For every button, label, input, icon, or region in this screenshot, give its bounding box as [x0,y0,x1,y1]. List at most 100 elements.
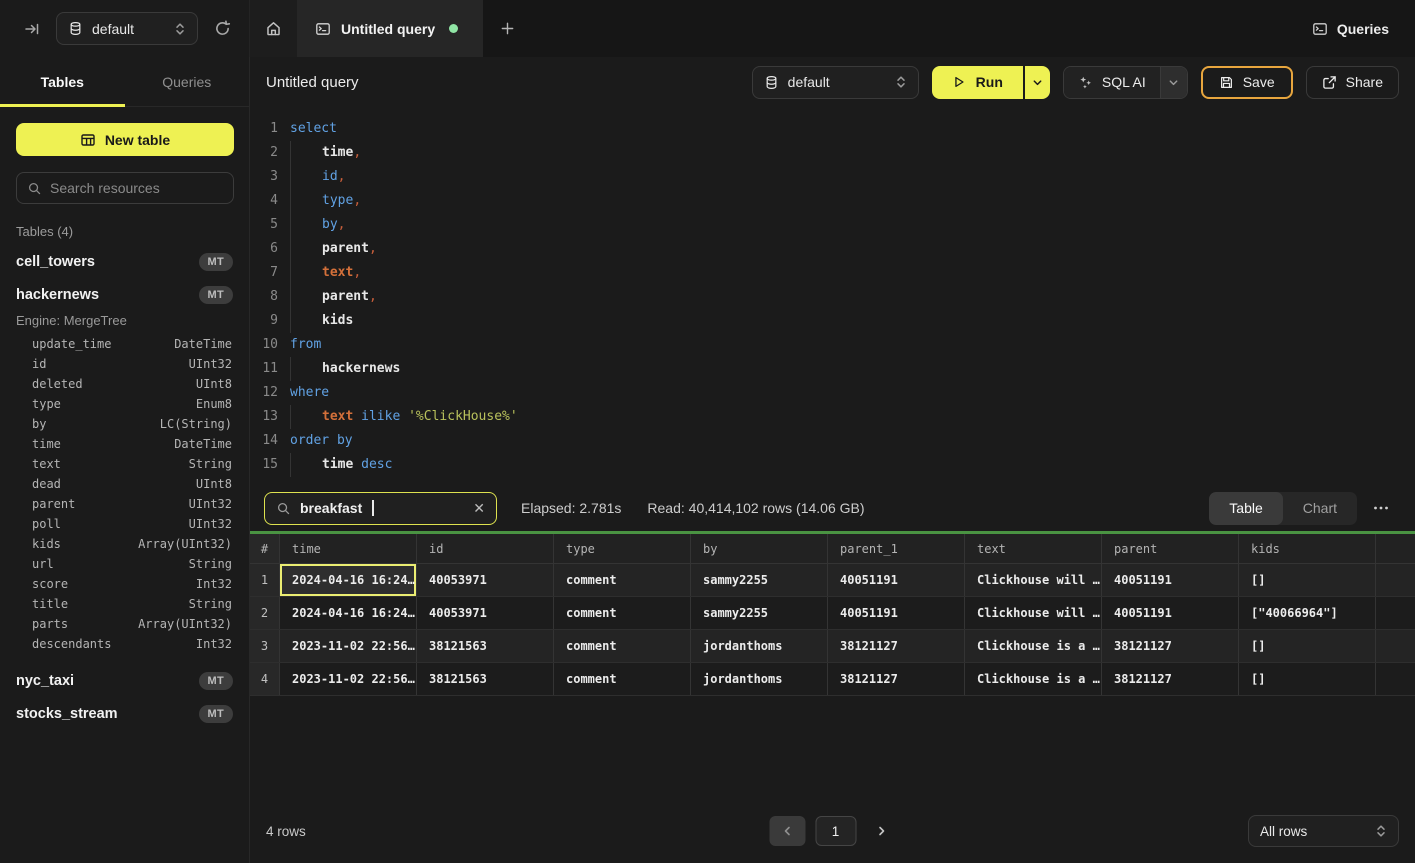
table-cell[interactable]: comment [554,663,691,695]
sidebar-tab-queries[interactable]: Queries [125,57,250,106]
editor-line[interactable]: 13text ilike '%ClickHouse%' [250,405,1415,429]
table-cell[interactable]: 40053971 [417,597,554,629]
sidebar-tab-tables[interactable]: Tables [0,57,125,106]
hackernews-columns-list: update_timeDateTimeidUInt32deletedUInt8t… [0,334,249,664]
clear-search-icon[interactable]: ✕ [473,500,485,517]
table-item-cell-towers[interactable]: cell_towers MT [0,245,249,278]
editor-line[interactable]: 15time desc [250,453,1415,477]
table-cell[interactable]: jordanthoms [691,630,828,662]
results-search[interactable]: breakfast ✕ [264,492,497,525]
column-header[interactable]: # [250,534,280,563]
collapse-sidebar-button[interactable] [20,17,44,41]
column-name: parts [32,617,68,631]
column-header[interactable]: time [280,534,417,563]
new-table-button[interactable]: New table [16,123,234,156]
table-cell[interactable]: 40051191 [828,564,965,596]
editor-line[interactable]: 10from [250,333,1415,357]
tab-untitled-query[interactable]: Untitled query [297,0,483,57]
sql-editor[interactable]: 1select2time,3id,4type,5by,6parent,7text… [250,107,1415,485]
table-cell[interactable]: 40051191 [828,597,965,629]
save-button[interactable]: Save [1201,66,1293,99]
table-item-nyc-taxi[interactable]: nyc_taxi MT [0,664,249,697]
line-number: 12 [250,381,290,405]
table-cell[interactable]: 2023-11-02 22:56… [280,663,417,695]
table-cell[interactable]: comment [554,564,691,596]
table-cell[interactable]: [] [1239,564,1376,596]
sql-ai-options-button[interactable] [1160,67,1187,98]
column-header[interactable]: kids [1239,534,1376,563]
refresh-button[interactable] [210,16,235,41]
table-row[interactable]: 12024-04-16 16:24…40053971commentsammy22… [250,564,1415,597]
editor-line[interactable]: 9kids [250,309,1415,333]
table-cell[interactable]: 38121127 [1102,630,1239,662]
view-toggle-table[interactable]: Table [1209,492,1282,525]
table-cell[interactable]: 38121563 [417,630,554,662]
table-item-stocks-stream[interactable]: stocks_stream MT [0,697,249,730]
table-cell[interactable]: Clickhouse will … [965,564,1102,596]
database-selector[interactable]: default [752,66,919,99]
table-cell[interactable]: Clickhouse is a … [965,663,1102,695]
table-cell[interactable]: 38121127 [828,630,965,662]
table-cell[interactable]: Clickhouse will … [965,597,1102,629]
more-options-button[interactable] [1369,501,1393,515]
column-header[interactable]: parent [1102,534,1239,563]
database-selector-value: default [788,74,830,90]
table-cell[interactable]: jordanthoms [691,663,828,695]
next-page-button[interactable] [866,816,896,846]
editor-line[interactable]: 5by, [250,213,1415,237]
editor-line[interactable]: 7text, [250,261,1415,285]
table-cell[interactable]: comment [554,597,691,629]
table-cell[interactable]: 40051191 [1102,597,1239,629]
table-cell[interactable]: 38121127 [828,663,965,695]
table-cell[interactable]: 2024-04-16 16:24… [280,597,417,629]
run-options-button[interactable] [1023,66,1050,99]
database-selector[interactable]: default [56,12,198,45]
column-header[interactable]: type [554,534,691,563]
sidebar-search[interactable] [16,172,234,204]
table-cell[interactable]: [] [1239,663,1376,695]
previous-page-button[interactable] [769,816,805,846]
table-row[interactable]: 32023-11-02 22:56…38121563commentjordant… [250,630,1415,663]
table-cell[interactable]: Clickhouse is a … [965,630,1102,662]
editor-line[interactable]: 3id, [250,165,1415,189]
table-cell[interactable]: ["40066964"] [1239,597,1376,629]
table-cell[interactable]: 40053971 [417,564,554,596]
table-cell[interactable]: sammy2255 [691,597,828,629]
table-row[interactable]: 22024-04-16 16:24…40053971commentsammy22… [250,597,1415,630]
editor-line[interactable]: 8parent, [250,285,1415,309]
new-tab-button[interactable] [483,0,532,57]
column-header[interactable]: parent_1 [828,534,965,563]
table-cell[interactable]: sammy2255 [691,564,828,596]
table-cell[interactable]: 40051191 [1102,564,1239,596]
page-size-selector[interactable]: All rows [1248,815,1399,847]
table-cell[interactable]: comment [554,630,691,662]
table-cell[interactable]: 2023-11-02 22:56… [280,630,417,662]
queries-button[interactable]: Queries [1312,0,1389,57]
editor-line[interactable]: 6parent, [250,237,1415,261]
line-number: 4 [250,189,290,213]
view-toggle: Table Chart [1209,492,1357,525]
column-header[interactable]: by [691,534,828,563]
editor-line[interactable]: 2time, [250,141,1415,165]
editor-line[interactable]: 4type, [250,189,1415,213]
column-header[interactable]: text [965,534,1102,563]
results-table: #timeidtypebyparent_1textparentkids12024… [250,534,1415,696]
share-button[interactable]: Share [1306,66,1399,99]
sql-ai-button[interactable]: SQL AI [1064,67,1160,98]
search-resources-input[interactable] [50,180,223,196]
home-button[interactable] [250,0,297,57]
table-cell[interactable]: 38121563 [417,663,554,695]
table-item-hackernews[interactable]: hackernews MT [0,278,249,311]
editor-line[interactable]: 1select [250,117,1415,141]
table-cell[interactable]: [] [1239,630,1376,662]
editor-line[interactable]: 11hackernews [250,357,1415,381]
table-cell[interactable]: 38121127 [1102,663,1239,695]
column-header[interactable]: id [417,534,554,563]
table-cell[interactable]: 2024-04-16 16:24… [280,564,417,596]
run-button[interactable]: Run [932,66,1023,99]
view-toggle-chart[interactable]: Chart [1283,492,1357,525]
page-number-input[interactable]: 1 [815,816,856,846]
table-row[interactable]: 42023-11-02 22:56…38121563commentjordant… [250,663,1415,696]
editor-line[interactable]: 12where [250,381,1415,405]
editor-line[interactable]: 14order by [250,429,1415,453]
